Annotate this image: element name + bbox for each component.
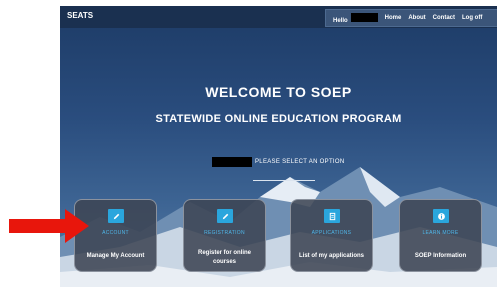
- pencil-icon: [217, 209, 233, 223]
- learn-more-card[interactable]: LEARN MORE SOEP Information: [399, 199, 482, 272]
- applications-card-label: APPLICATIONS: [311, 230, 352, 236]
- nav-logoff-link[interactable]: Log off: [462, 15, 482, 21]
- nav-home-link[interactable]: Home: [385, 15, 402, 21]
- section-divider: [253, 180, 315, 181]
- greeting-label: Hello: [333, 12, 378, 24]
- registration-card[interactable]: REGISTRATION Register for online courses: [183, 199, 266, 272]
- registration-card-description: Register for online courses: [197, 250, 251, 265]
- learn-more-card-description: SOEP Information: [414, 253, 467, 259]
- info-icon: [433, 209, 449, 223]
- nav-contact-link[interactable]: Contact: [433, 15, 455, 21]
- red-arrow-annotation: [9, 209, 89, 243]
- app-window: SEATS Hello Home About Contact Log off W…: [60, 6, 497, 287]
- document-icon: [324, 209, 340, 223]
- pencil-icon: [108, 209, 124, 223]
- program-subheading: STATEWIDE ONLINE EDUCATION PROGRAM: [155, 113, 402, 125]
- learn-more-card-label: LEARN MORE: [422, 230, 459, 236]
- top-navigation-bar: SEATS Hello Home About Contact Log off: [60, 6, 497, 28]
- applications-card[interactable]: APPLICATIONS List of my applications: [290, 199, 373, 272]
- select-prompt-row: PLEASE SELECT AN OPTION: [212, 157, 345, 167]
- applications-card-description: List of my applications: [298, 253, 364, 259]
- redacted-prompt-prefix: [212, 157, 252, 167]
- user-nav: Hello Home About Contact Log off: [325, 9, 497, 27]
- nav-about-link[interactable]: About: [408, 15, 425, 21]
- greeting-text: Hello: [333, 17, 348, 24]
- registration-card-label: REGISTRATION: [204, 230, 245, 236]
- redacted-username: [350, 12, 378, 22]
- select-option-prompt: PLEASE SELECT AN OPTION: [255, 159, 345, 165]
- brand-logo-text[interactable]: SEATS: [67, 11, 93, 20]
- account-card-description: Manage My Account: [86, 253, 145, 259]
- welcome-heading: WELCOME TO SOEP: [205, 84, 352, 100]
